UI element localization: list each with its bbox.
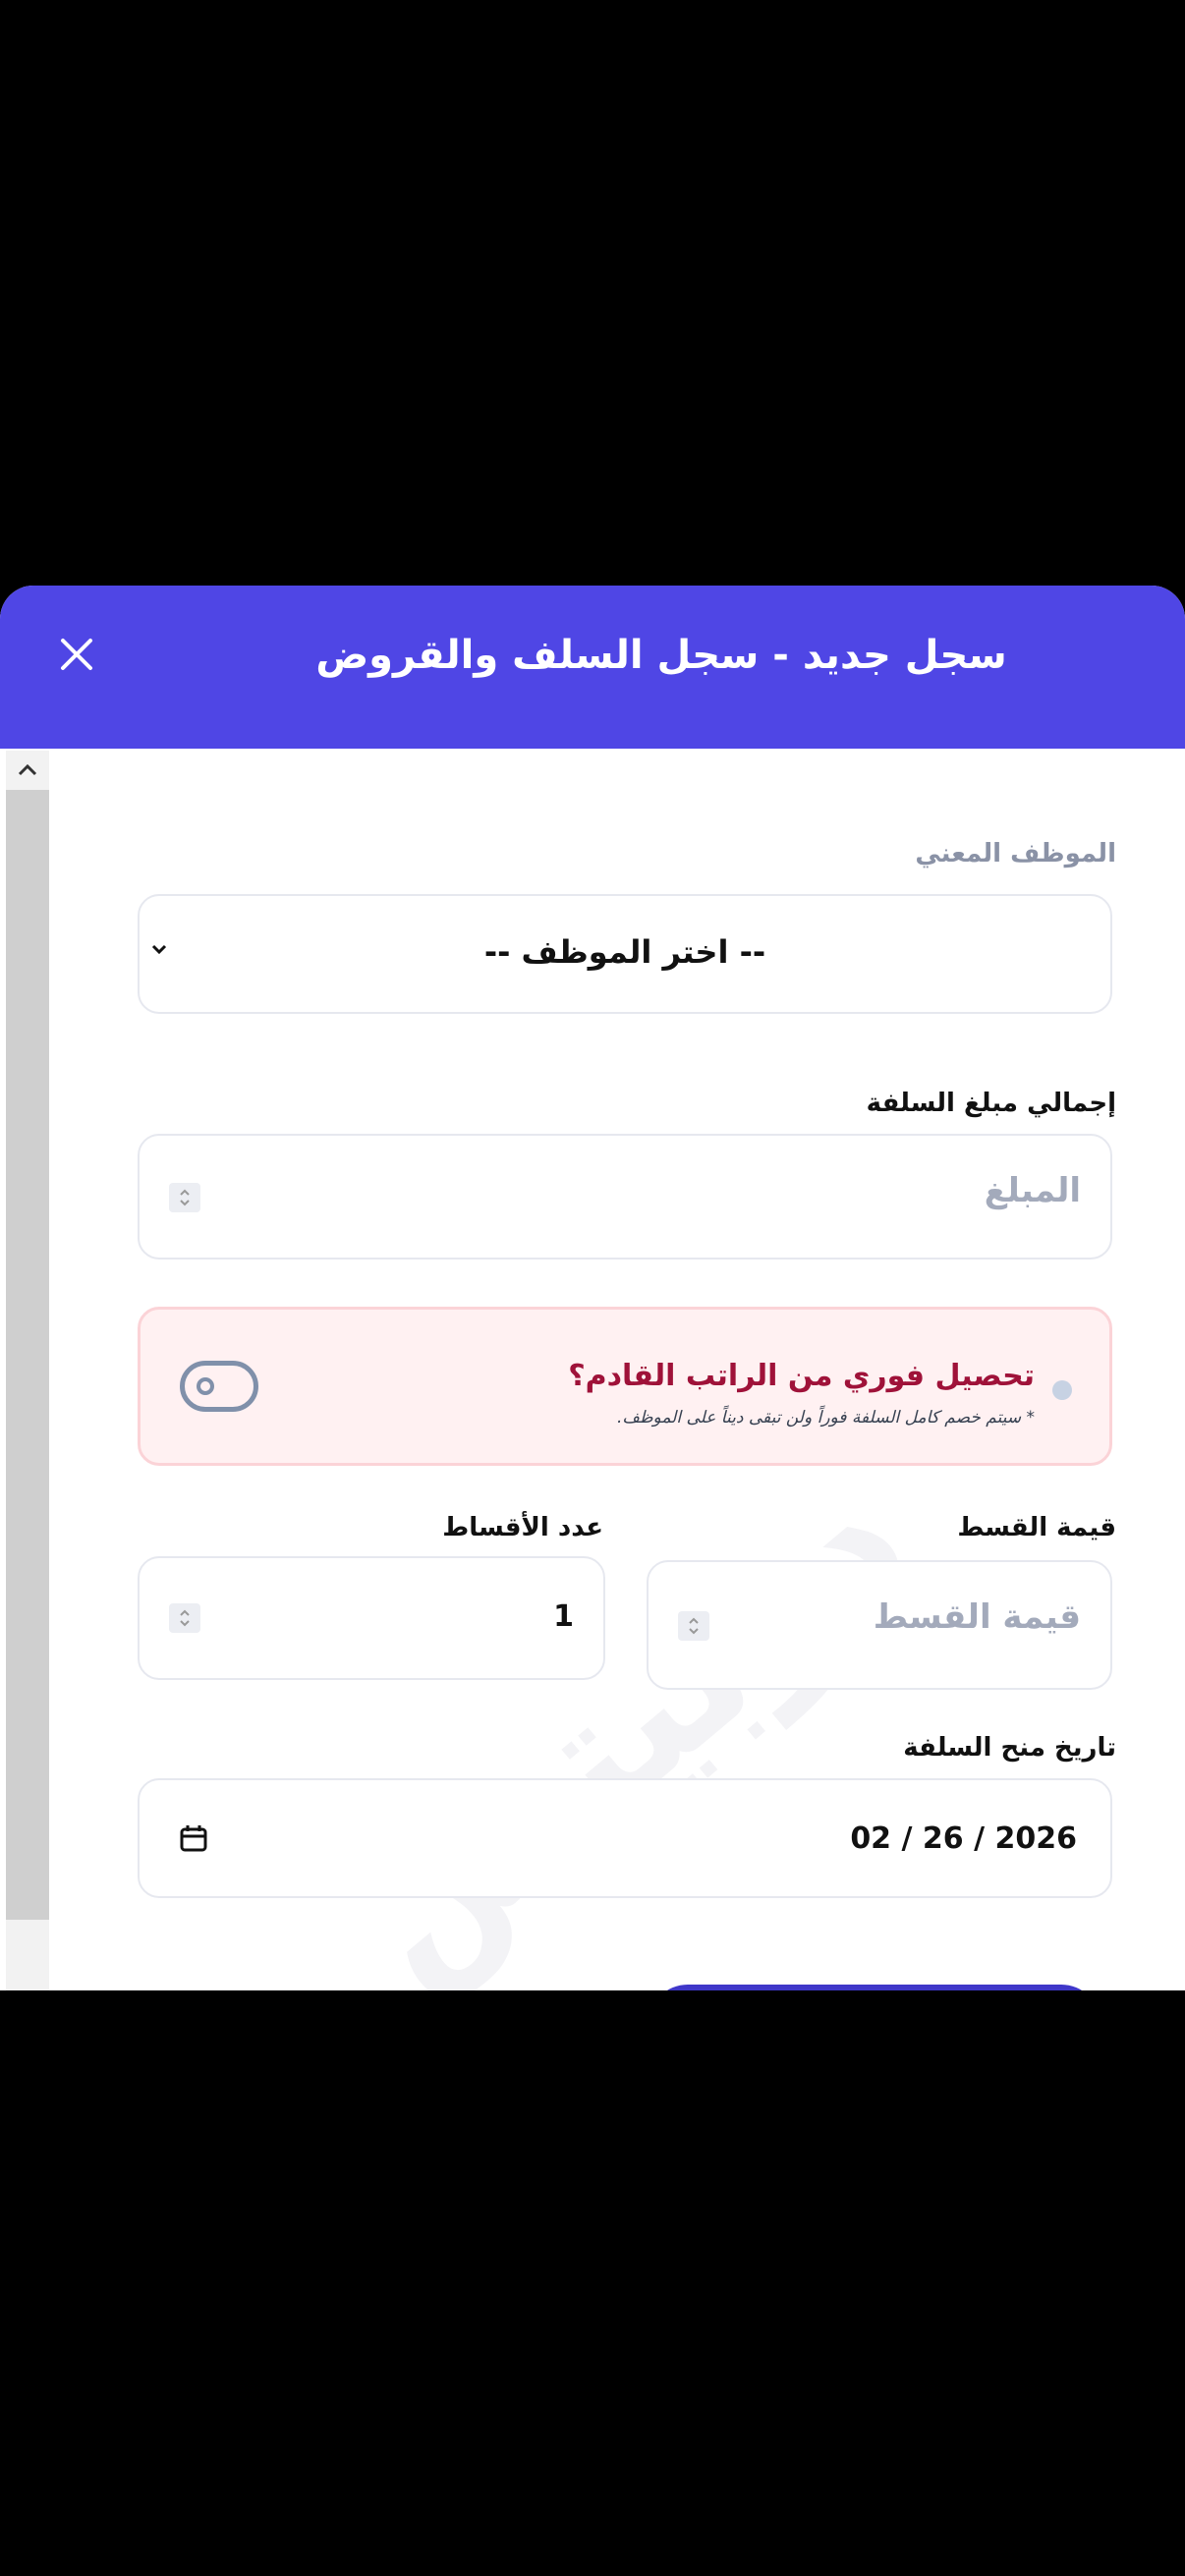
- installment-value-input[interactable]: قيمة القسط: [647, 1560, 1112, 1690]
- scrollbar-thumb[interactable]: [6, 790, 49, 1920]
- installment-value-label: قيمة القسط: [957, 1513, 1116, 1542]
- installments-count-label: عدد الأقساط: [442, 1513, 603, 1542]
- employee-label: الموظف المعني: [915, 839, 1116, 868]
- installments-count-value: 1: [553, 1599, 574, 1634]
- total-amount-placeholder: المبلغ: [984, 1171, 1081, 1210]
- spinner-icon[interactable]: [678, 1611, 709, 1641]
- grant-date-label: تاريخ منح السلفة: [903, 1733, 1116, 1763]
- total-amount-label: إجمالي مبلغ السلفة: [866, 1089, 1116, 1118]
- modal-dialog: سجل جديد - سجل السلف والقروض دوبيتش المو…: [0, 586, 1185, 1990]
- scrollbar[interactable]: [6, 751, 49, 1990]
- bullet-dot: [1052, 1380, 1072, 1400]
- chevron-up-icon[interactable]: [6, 751, 49, 790]
- toggle-knob: [197, 1377, 214, 1395]
- chevron-down-icon: [149, 941, 169, 960]
- installments-count-input[interactable]: 1: [138, 1556, 605, 1680]
- spinner-icon[interactable]: [169, 1183, 200, 1212]
- watermark: دوبيتش: [306, 1438, 945, 1990]
- grant-date-value: 02 / 26 / 2026: [850, 1821, 1077, 1856]
- instant-collection-note: * سيتم خصم كامل السلفة فوراً ولن تبقى دي…: [617, 1408, 1035, 1428]
- modal-title: سجل جديد - سجل السلف والقروض: [315, 633, 1007, 678]
- instant-collection-alert: تحصيل فوري من الراتب القادم؟ * سيتم خصم …: [138, 1307, 1112, 1466]
- instant-collection-title: تحصيل فوري من الراتب القادم؟: [568, 1359, 1035, 1393]
- toggle-icon[interactable]: [180, 1361, 258, 1412]
- employee-select[interactable]: -- اختر الموظف --: [138, 894, 1112, 1014]
- spinner-icon[interactable]: [169, 1603, 200, 1633]
- calendar-icon[interactable]: [179, 1823, 208, 1857]
- submit-button[interactable]: [649, 1985, 1100, 1990]
- grant-date-input[interactable]: 02 / 26 / 2026: [138, 1778, 1112, 1898]
- total-amount-input[interactable]: المبلغ: [138, 1134, 1112, 1260]
- employee-select-value: -- اختر الموظف --: [483, 933, 766, 971]
- modal-header: سجل جديد - سجل السلف والقروض: [0, 586, 1185, 749]
- installment-value-placeholder: قيمة القسط: [873, 1597, 1081, 1637]
